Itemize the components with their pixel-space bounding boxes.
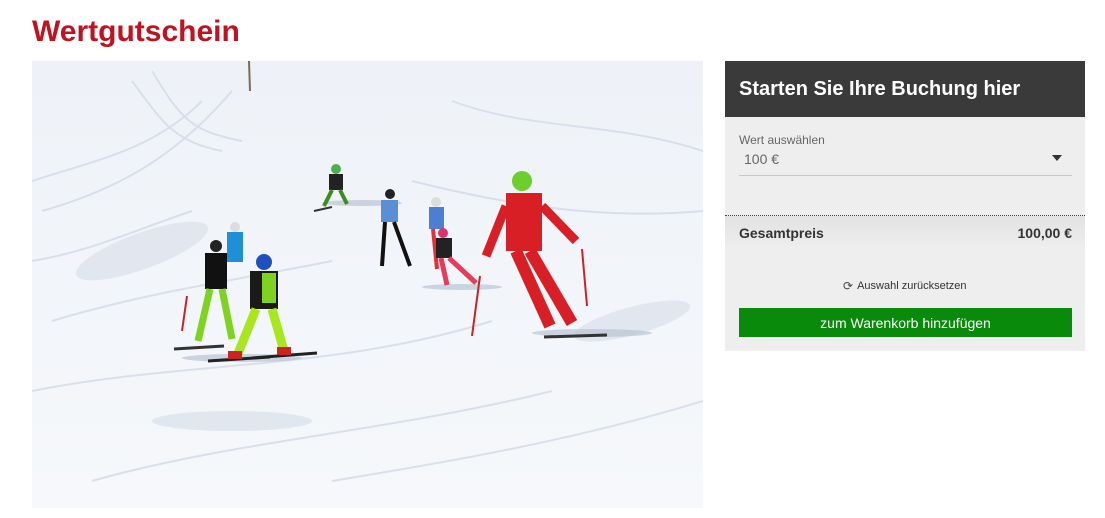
page-title: Wertgutschein [32, 15, 240, 48]
booking-header: Starten Sie Ihre Buchung hier [725, 61, 1085, 117]
reset-label: Auswahl zurücksetzen [857, 280, 967, 292]
caret-down-icon[interactable] [1052, 155, 1062, 161]
add-to-cart-button[interactable]: zum Warenkorb hinzufügen [739, 308, 1072, 337]
total-label: Gesamtpreis [739, 225, 824, 241]
total-value: 100,00 € [1017, 225, 1073, 241]
total-row: Gesamtpreis 100,00 € [725, 216, 1085, 248]
value-select[interactable]: Wert auswählen 100 € [739, 133, 1072, 176]
value-label: Wert auswählen [739, 133, 825, 147]
ski-scene [32, 61, 703, 508]
reset-selection-link[interactable]: ⟳ Auswahl zurücksetzen [843, 279, 967, 293]
value-selected[interactable]: 100 € [744, 151, 779, 167]
refresh-icon: ⟳ [843, 279, 854, 293]
booking-panel: Starten Sie Ihre Buchung hier Wert auswä… [725, 61, 1085, 351]
hero-image [32, 61, 703, 508]
page: Wertgutschein Starten Sie Ihre Buchung h… [0, 0, 1105, 518]
